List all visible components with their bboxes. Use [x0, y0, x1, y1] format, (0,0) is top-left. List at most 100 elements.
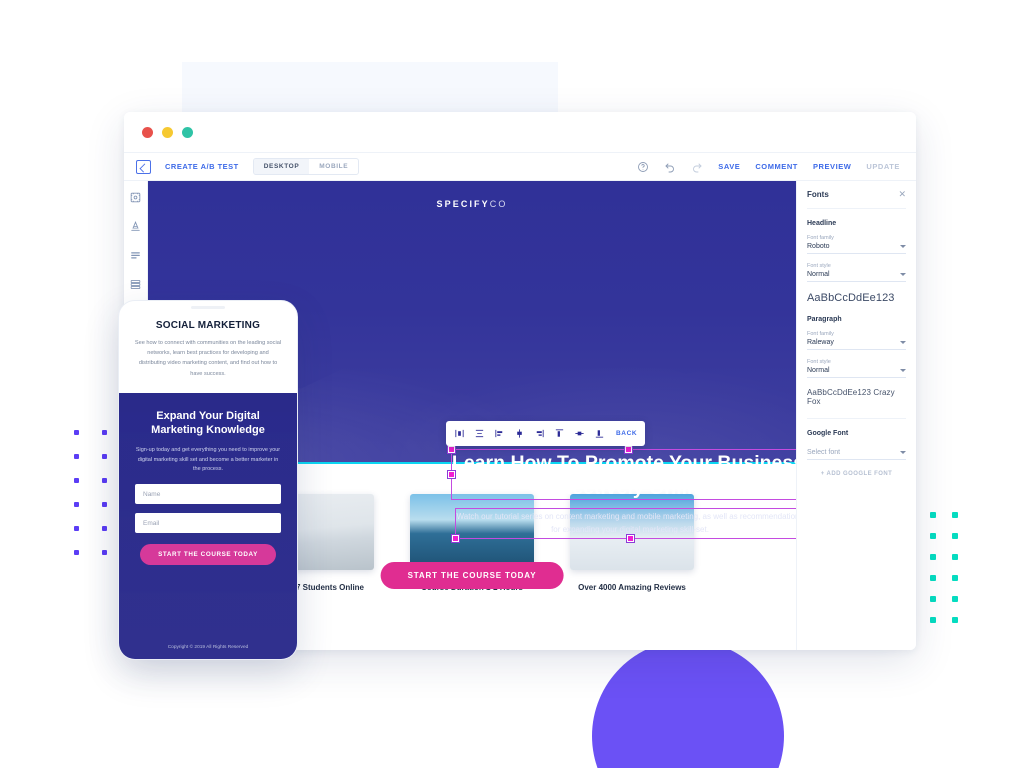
paragraph-section-title: Paragraph — [807, 316, 842, 323]
paragraph-font-family-value: Raleway — [807, 339, 834, 346]
view-mode-switch: DESKTOP MOBILE — [252, 158, 360, 175]
comment-button[interactable]: COMMENT — [755, 162, 798, 171]
headline-font-style-select[interactable]: Normal — [807, 271, 906, 282]
align-top-icon[interactable] — [554, 428, 565, 439]
decorative-dot — [74, 454, 79, 459]
decorative-dot — [952, 533, 958, 539]
panel-divider — [807, 418, 906, 419]
phone-signup-section: Expand Your Digital Marketing Knowledge … — [119, 393, 297, 659]
feature-caption: Over 4000 Amazing Reviews — [578, 583, 686, 592]
hero-subtext[interactable]: Watch our tutorial series on content mar… — [455, 511, 797, 537]
paragraph-font-style-group: Font style Normal — [807, 359, 906, 378]
paragraph-font-style-select[interactable]: Normal — [807, 367, 906, 378]
phone-top-bar — [119, 301, 297, 313]
decorative-dot — [952, 596, 958, 602]
widget-block-icon[interactable] — [129, 191, 142, 204]
close-window-dot[interactable] — [142, 126, 153, 138]
decorative-dot — [930, 512, 936, 518]
decorative-dot — [930, 596, 936, 602]
font-style-label: Font style — [807, 359, 831, 365]
distribute-horizontal-icon[interactable] — [574, 428, 585, 439]
fonts-panel: Fonts ✕ Headline Font family Roboto Font… — [796, 181, 916, 650]
close-icon[interactable]: ✕ — [898, 190, 906, 199]
editor-toolbar: CREATE A/B TEST DESKTOP MOBILE SAVE COMM… — [124, 152, 916, 181]
decorative-dot — [930, 554, 936, 560]
create-ab-test-button[interactable]: CREATE A/B TEST — [165, 162, 239, 171]
headline-font-style-value: Normal — [807, 271, 830, 278]
redo-arrow-icon[interactable] — [691, 161, 703, 173]
phone-paragraph: See how to connect with communities on t… — [134, 340, 282, 377]
decorative-dot — [74, 502, 79, 507]
align-bottom-icon[interactable] — [594, 428, 605, 439]
paragraph-font-family-group: Font family Raleway — [807, 331, 906, 350]
align-right-icon[interactable] — [534, 428, 545, 439]
window-titlebar — [124, 112, 916, 152]
paragraph-block-icon[interactable] — [129, 249, 142, 262]
font-family-label: Font family — [807, 235, 834, 241]
phone-heading: SOCIAL MARKETING — [155, 320, 261, 331]
maximize-window-dot[interactable] — [182, 126, 193, 138]
headline-font-family-group: Font family Roboto — [807, 235, 906, 254]
minimize-window-dot[interactable] — [162, 126, 173, 138]
save-button[interactable]: SAVE — [718, 162, 740, 171]
hero-headline[interactable]: Learn How To Promote Your Business Effec… — [451, 451, 796, 501]
tab-mobile[interactable]: MOBILE — [309, 159, 358, 174]
decorative-dot — [930, 617, 936, 623]
align-left-icon[interactable] — [494, 428, 505, 439]
hero-cta-button[interactable]: START THE COURSE TODAY — [380, 562, 564, 589]
decorative-dot — [102, 550, 107, 555]
headline-font-preview: AaBbCcDdEe123 — [807, 292, 895, 304]
headline-font-family-select[interactable]: Roboto — [807, 243, 906, 254]
chevron-down-icon — [900, 273, 906, 276]
google-font-select[interactable]: Select font — [807, 449, 906, 460]
decorative-dot — [102, 502, 107, 507]
chevron-down-icon — [900, 341, 906, 344]
decorative-dot — [74, 550, 79, 555]
paragraph-font-style-value: Normal — [807, 367, 830, 374]
decorative-purple-circle — [592, 640, 784, 768]
headline-font-style-group: Font style Normal — [807, 263, 906, 282]
phone-cta-paragraph: Sign-up today and get everything you nee… — [135, 446, 281, 473]
site-logo: SPECIFYCO — [148, 181, 796, 209]
add-google-font-button[interactable]: + ADD GOOGLE FONT — [807, 471, 906, 477]
logo-light-part: CO — [489, 199, 508, 209]
hero-brand-wrap: SPECIFYCO — [148, 181, 796, 209]
distribute-vertical-icon[interactable] — [514, 428, 525, 439]
undo-arrow-icon[interactable] — [664, 161, 676, 173]
paragraph-font-preview: AaBbCcDdEe123 Crazy Fox — [807, 388, 895, 406]
help-circle-icon[interactable] — [637, 161, 649, 173]
phone-copyright: Copyright © 2019 All Rights Reserved — [167, 645, 249, 650]
decorative-dot — [102, 454, 107, 459]
chevron-down-icon — [900, 451, 906, 454]
decorative-dot — [74, 526, 79, 531]
paragraph-font-family-select[interactable]: Raleway — [807, 339, 906, 350]
headline-section-title: Headline — [807, 220, 837, 227]
decorative-dot — [952, 554, 958, 560]
mobile-preview-mockup: SOCIAL MARKETING See how to connect with… — [118, 300, 298, 660]
update-button[interactable]: UPDATE — [866, 162, 900, 171]
align-horizontal-center-icon[interactable] — [454, 428, 465, 439]
tab-desktop[interactable]: DESKTOP — [253, 159, 310, 174]
decorative-dot — [102, 478, 107, 483]
phone-speaker-notch — [191, 306, 225, 309]
font-style-label: Font style — [807, 263, 831, 269]
fonts-panel-title: Fonts — [807, 190, 829, 199]
preview-button[interactable]: PREVIEW — [813, 162, 851, 171]
element-alignment-toolbar: BACK — [446, 421, 646, 446]
chevron-down-icon — [900, 369, 906, 372]
back-button[interactable]: BACK — [614, 430, 637, 437]
collapse-panel-icon[interactable] — [136, 159, 151, 174]
layers-icon[interactable] — [129, 278, 142, 291]
headline-font-family-value: Roboto — [807, 243, 830, 250]
phone-email-input[interactable]: Email — [135, 513, 281, 534]
align-text-center-icon[interactable] — [474, 428, 485, 439]
fonts-panel-header: Fonts ✕ — [807, 190, 906, 209]
phone-name-input[interactable]: Name — [135, 484, 281, 505]
phone-submit-button[interactable]: START THE COURSE TODAY — [140, 544, 276, 566]
decorative-dot — [952, 512, 958, 518]
google-font-placeholder: Select font — [807, 449, 841, 456]
decorative-dot — [930, 575, 936, 581]
chevron-down-icon — [900, 245, 906, 248]
decorative-dot — [74, 478, 79, 483]
text-tool-icon[interactable] — [129, 220, 142, 233]
